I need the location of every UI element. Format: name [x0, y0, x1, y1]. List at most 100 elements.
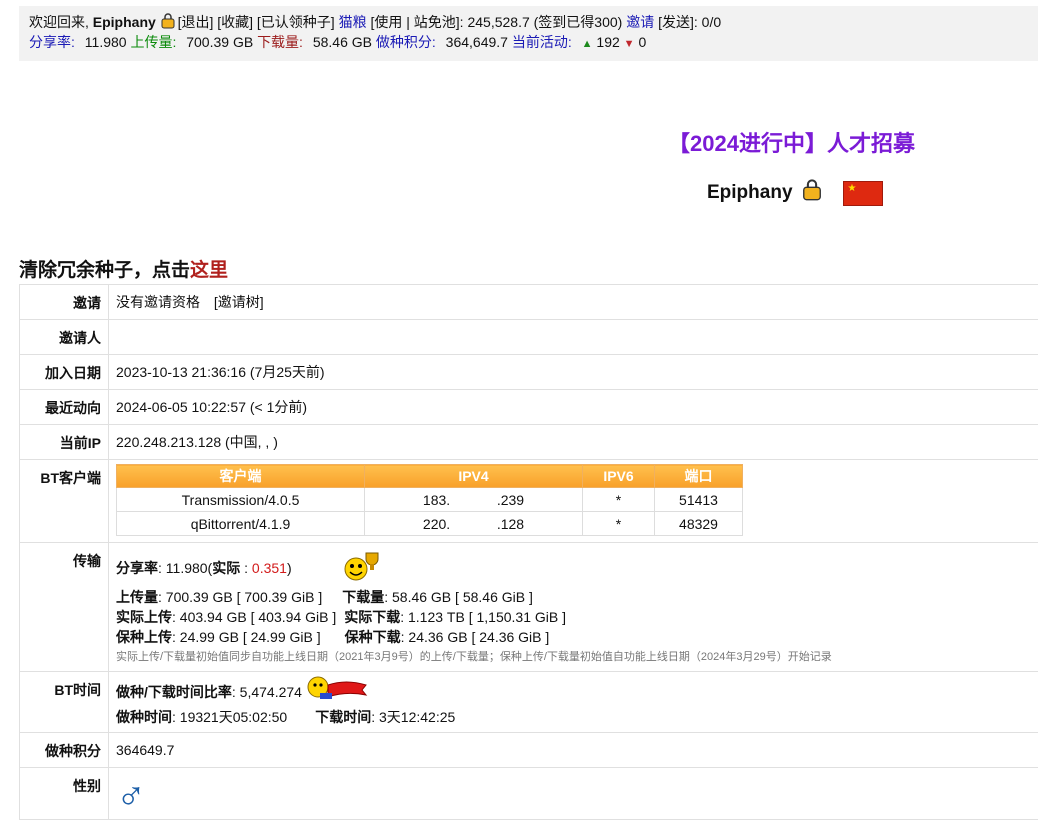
favorites-link[interactable]: [收藏] — [217, 14, 253, 30]
download-label: 下载量 — [342, 589, 384, 605]
leeching-count[interactable]: 0 — [638, 34, 646, 50]
username-link[interactable]: Epiphany — [93, 14, 156, 30]
download-label: 下载量: — [257, 34, 303, 50]
col-ipv4: IPV4 — [365, 465, 583, 488]
real-download-label: 实际下载 — [344, 609, 400, 625]
seed-time-value: : 19321天05:02:50 — [172, 709, 287, 725]
inviter-label: 邀请人 — [20, 320, 109, 355]
invite-value-cell: 没有邀请资格 [邀请树] — [109, 285, 1038, 320]
invite-tree-link[interactable]: [邀请树] — [214, 294, 264, 310]
transfer-ratio-value: : 11.980( — [158, 558, 212, 578]
ratio-value: 11.980 — [85, 34, 127, 50]
male-icon: ♂ — [116, 773, 146, 817]
client-ipv4: 183. .239 — [365, 488, 583, 512]
upload-value: 700.39 GB — [186, 34, 253, 50]
row-bt-time: BT时间 做种/下载时间比率: 5,474.274 做种时间: 19321天05… — [20, 672, 1038, 733]
seed-bonus-value: 364649.7 — [109, 733, 1038, 768]
close-paren: ) — [287, 558, 292, 578]
status-line-1: 欢迎回来, Epiphany [退出] [收藏] [已认领种子] 猫粮 [使用 … — [29, 12, 1028, 32]
row-last-action: 最近动向 2024-06-05 10:22:57 (< 1分前) — [20, 390, 1038, 425]
real-download-value: : 1.123 TB [ 1,150.31 GiB ] — [400, 609, 566, 625]
padlock-icon — [160, 13, 174, 27]
client-port: 48329 — [655, 512, 743, 536]
profile-username: Epiphany — [707, 182, 793, 204]
download-value: 58.46 GB — [313, 34, 372, 50]
last-action-label: 最近动向 — [20, 390, 109, 425]
ip-value: 220.248.213.128 (中国, , ) — [109, 425, 1038, 460]
ip-label: 当前IP — [20, 425, 109, 460]
profile-header: Epiphany ★ — [707, 179, 883, 207]
send-link[interactable]: [发送]: 0/0 — [658, 14, 721, 30]
client-name: qBittorrent/4.1.9 — [117, 512, 365, 536]
gender-label: 性别 — [20, 768, 109, 820]
claimed-torrents-link[interactable]: [已认领种子] — [257, 14, 335, 30]
bonus-label: 做种积分: — [376, 34, 436, 50]
transfer-line-3: 保种上传: 24.99 GB [ 24.99 GiB ] 保种下载: 24.36 … — [116, 627, 1038, 647]
bt-client-cell: 客户端 IPV4 IPV6 端口 Transmission/4.0.5 183.… — [109, 460, 1038, 543]
bt-client-label: BT客户端 — [20, 460, 109, 543]
padlock-icon — [801, 179, 823, 207]
row-inviter: 邀请人 — [20, 320, 1038, 355]
ratio-label: 分享率: — [29, 34, 75, 50]
keep-download-value: : 24.36 GB [ 24.36 GiB ] — [401, 629, 550, 645]
invite-label: 邀请 — [20, 285, 109, 320]
status-line-2: 分享率: 11.980 上传量: 700.39 GB 下载量: 58.46 GB… — [29, 32, 1028, 54]
keep-upload-label: 保种上传 — [116, 629, 172, 645]
client-ipv6: * — [583, 512, 655, 536]
colon-sep: : — [240, 558, 252, 578]
invite-value: 没有邀请资格 — [116, 294, 200, 310]
client-table: 客户端 IPV4 IPV6 端口 Transmission/4.0.5 183.… — [116, 464, 743, 536]
transfer-ratio-line: 分享率: 11.980(实际 : 0.351) — [116, 549, 1038, 587]
download-value: : 58.46 GB [ 58.46 GiB ] — [384, 589, 533, 605]
inviter-value — [109, 320, 1038, 355]
seed-bonus-label: 做种积分 — [20, 733, 109, 768]
download-time-value: : 3天12:42:25 — [371, 709, 455, 725]
client-row: qBittorrent/4.1.9 220. .128 * 48329 — [117, 512, 743, 536]
bt-time-ratio-line: 做种/下载时间比率: 5,474.274 — [116, 678, 1038, 706]
cleanup-link[interactable]: 这里 — [190, 260, 228, 281]
row-seed-bonus: 做种积分 364649.7 — [20, 733, 1038, 768]
real-upload-label: 实际上传 — [116, 609, 172, 625]
upload-value: : 700.39 GB [ 700.39 GiB ] — [158, 589, 322, 605]
client-row: Transmission/4.0.5 183. .239 * 51413 — [117, 488, 743, 512]
client-name: Transmission/4.0.5 — [117, 488, 365, 512]
client-table-header: 客户端 IPV4 IPV6 端口 — [117, 465, 743, 488]
row-joined: 加入日期 2023-10-13 21:36:16 (7月25天前) — [20, 355, 1038, 390]
logout-link[interactable]: [退出] — [178, 14, 214, 30]
row-invite: 邀请 没有邀请资格 [邀请树] — [20, 285, 1038, 320]
bt-time-line-2: 做种时间: 19321天05:02:50 下载时间: 3天12:42:25 — [116, 706, 1038, 728]
bt-time-ratio-value: : 5,474.274 — [232, 681, 302, 703]
recruit-link[interactable]: 【2024进行中】人才招募 — [668, 126, 915, 158]
flying-smiley-icon — [306, 675, 368, 709]
gender-cell: ♂ — [109, 768, 1038, 820]
china-flag-icon: ★ — [843, 181, 883, 206]
col-port: 端口 — [655, 465, 743, 488]
client-ipv6: * — [583, 488, 655, 512]
pool-status[interactable]: [使用 | 站免池]: 245,528.7 (签到已得300) — [370, 14, 622, 30]
real-upload-value: : 403.94 GB [ 403.94 GiB ] — [172, 609, 336, 625]
download-time-label: 下载时间 — [315, 709, 371, 725]
bt-time-cell: 做种/下载时间比率: 5,474.274 做种时间: 19321天05:02:5… — [109, 672, 1038, 733]
keep-download-label: 保种下载 — [345, 629, 401, 645]
transfer-line-1: 上传量: 700.39 GB [ 700.39 GiB ]下载量: 58.46 … — [116, 587, 1038, 607]
actual-ratio-value: 0.351 — [252, 558, 287, 578]
bt-time-label: BT时间 — [20, 672, 109, 733]
keep-upload-value: : 24.99 GB [ 24.99 GiB ] — [172, 629, 321, 645]
joined-label: 加入日期 — [20, 355, 109, 390]
invite-link[interactable]: 邀请 — [626, 14, 654, 30]
transfer-note: 实际上传/下载量初始值同步自功能上线日期（2021年3月9号）的上传/下载量；保… — [116, 647, 1038, 667]
joined-value: 2023-10-13 21:36:16 (7月25天前) — [109, 355, 1038, 390]
row-transfer: 传输 分享率: 11.980(实际 : 0.351) 上传量: 700.39 G… — [20, 543, 1038, 672]
col-client: 客户端 — [117, 465, 365, 488]
upload-label: 上传量: — [130, 34, 176, 50]
transfer-line-2: 实际上传: 403.94 GB [ 403.94 GiB ] 实际下载: 1.12… — [116, 607, 1038, 627]
seeding-count[interactable]: 192 — [596, 34, 619, 50]
client-ipv4: 220. .128 — [365, 512, 583, 536]
bonus-value: 364,649.7 — [446, 34, 508, 50]
client-port: 51413 — [655, 488, 743, 512]
catfood-link[interactable]: 猫粮 — [339, 14, 367, 30]
cleanup-text: 清除冗余种子，点击 — [19, 260, 190, 281]
active-label: 当前活动: — [512, 34, 572, 50]
seed-time-label: 做种时间 — [116, 709, 172, 725]
transfer-label: 传输 — [20, 543, 109, 672]
